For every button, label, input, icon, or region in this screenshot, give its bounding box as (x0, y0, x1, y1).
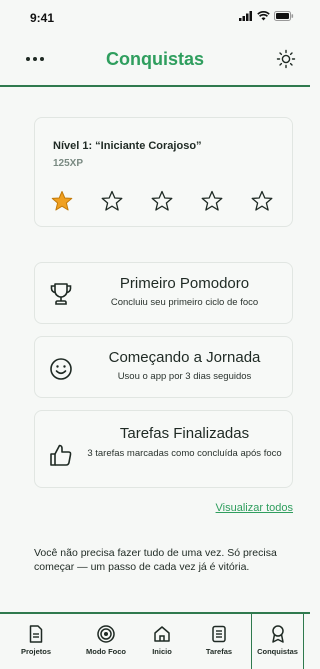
nav-label: Inicio (152, 647, 172, 656)
page-title: Conquistas (105, 49, 204, 69)
achievement-title: Tarefas Finalizadas (119, 425, 250, 442)
achievement-card[interactable]: Tarefas Finalizadas 3 tarefas marcadas c… (34, 410, 293, 488)
nav-item-tarefas[interactable]: Tarefas (190, 614, 248, 669)
star-filled-icon (51, 191, 73, 211)
nav-label: Modo Foco (86, 647, 126, 656)
achievement-title: Primeiro Pomodoro (119, 275, 250, 292)
star-rating (51, 190, 273, 212)
star-outline-icon (151, 190, 173, 211)
nav-item-conquistas[interactable]: Conquistas (251, 614, 304, 669)
status-icons (239, 11, 294, 21)
star-outline-icon (201, 190, 223, 211)
level-card: Nível 1: “Iniciante Corajoso” 125XP (34, 117, 293, 227)
nav-label: Conquistas (257, 647, 298, 656)
status-time: 9:41 (30, 11, 55, 25)
nav-item-projetos[interactable]: Projetos (6, 614, 66, 669)
view-all-link[interactable]: Visualizar todos (216, 502, 293, 514)
achievement-card[interactable]: Começando a Jornada Usou o app por 3 dia… (34, 336, 293, 398)
battery-icon (274, 11, 294, 21)
home-icon (154, 626, 170, 642)
signal-icon (239, 11, 252, 21)
sun-icon[interactable] (276, 49, 296, 69)
ribbon-icon (271, 625, 284, 643)
achievement-card[interactable]: Primeiro Pomodoro Concluiu seu primeiro … (34, 262, 293, 324)
star-outline-icon (101, 190, 123, 211)
header-divider (0, 85, 310, 87)
document-icon (29, 625, 43, 643)
achievement-desc: Usou o app por 3 dias seguidos (117, 371, 252, 382)
smile-icon (50, 358, 72, 380)
achievement-desc: 3 tarefas marcadas como concluída após f… (87, 448, 282, 459)
star-outline-icon (251, 190, 273, 211)
motivational-quote: Você não precisa fazer tudo de uma vez. … (34, 547, 277, 573)
target-icon (97, 625, 115, 643)
achievement-title: Começando a Jornada (108, 349, 261, 366)
trophy-icon (50, 283, 72, 305)
achievement-desc: Concluiu seu primeiro ciclo de foco (110, 297, 259, 308)
app-header: Conquistas (0, 38, 310, 82)
level-title: Nível 1: “Iniciante Corajoso” (53, 140, 202, 152)
nav-item-modo-foco[interactable]: Modo Foco (78, 614, 134, 669)
thumbs-up-icon (50, 444, 72, 466)
list-icon (212, 625, 226, 643)
level-xp: 125XP (53, 158, 84, 169)
nav-item-inicio[interactable]: Inicio (134, 614, 190, 669)
wifi-icon (257, 11, 270, 21)
nav-label: Projetos (20, 647, 51, 656)
bottom-nav: Projetos Modo Foco Inicio Tarefas Conqui… (0, 614, 310, 669)
nav-label: Tarefas (205, 647, 233, 656)
status-bar: 9:41 (0, 0, 310, 34)
